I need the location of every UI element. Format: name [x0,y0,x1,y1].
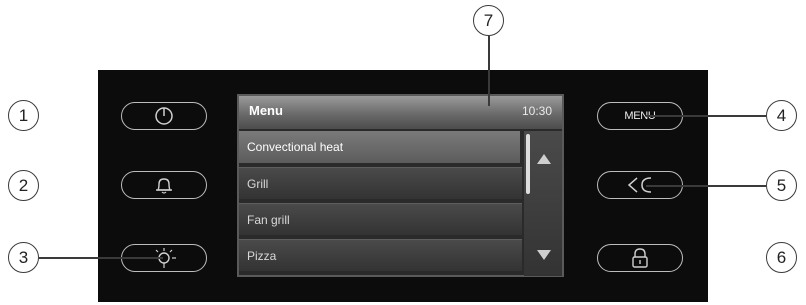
power-icon [155,107,173,125]
scroll-thumb[interactable] [526,134,530,194]
callout-2: 2 [8,170,39,201]
menu-item[interactable]: Pizza [239,239,522,271]
menu-item-label: Convectional heat [247,140,344,154]
callout-4: 4 [766,100,797,131]
menu-item-label: Pizza [247,248,277,263]
power-button[interactable] [121,102,207,130]
menu-item[interactable]: Convectional heat [239,131,520,163]
scroll-up-icon[interactable] [537,154,551,164]
callout-3: 3 [8,242,39,273]
menu-item[interactable]: Fan grill [239,203,522,235]
timer-button[interactable] [121,171,207,199]
padlock-icon [632,248,648,268]
menu-item[interactable]: Grill [239,167,522,199]
screen-title-bar: Menu 10:30 [239,96,562,129]
leader-line-3 [39,257,163,259]
callout-7: 7 [473,5,504,36]
clock: 10:30 [521,104,552,118]
callout-5: 5 [766,170,797,201]
screen-title: Menu [249,103,283,118]
leader-line-7 [488,36,490,106]
bell-icon [156,178,172,194]
callout-1: 1 [8,100,39,131]
scroll-down-icon[interactable] [537,250,551,260]
menu-item-label: Fan grill [247,212,290,227]
leader-line-5 [646,185,766,187]
callout-6: 6 [766,242,797,273]
display-screen: Menu 10:30 Convectional heat Grill Fan g… [237,94,564,277]
leader-line-4 [646,115,766,117]
lock-button[interactable] [597,244,683,272]
menu-item-label: Grill [247,176,269,191]
